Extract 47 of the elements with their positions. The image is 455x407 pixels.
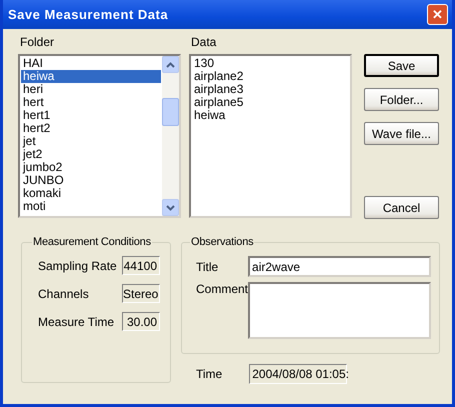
scroll-up-icon (166, 62, 175, 68)
folder-item[interactable]: jet2 (21, 148, 161, 161)
folder-item[interactable]: hert (21, 96, 161, 109)
field-label: Comment (196, 282, 248, 296)
data-list[interactable]: 130 airplane2 airplane3 airplane5 heiwa (189, 54, 352, 218)
comment-field[interactable] (248, 282, 432, 339)
folder-item[interactable]: hert1 (21, 109, 161, 122)
folder-item[interactable]: jumbo2 (21, 161, 161, 174)
scroll-down-button[interactable] (162, 199, 179, 216)
field-label: Measure Time (38, 314, 114, 328)
readonly-field: 30.00 (122, 312, 160, 331)
scroll-up-button[interactable] (162, 56, 179, 73)
scroll-down-icon (166, 204, 175, 210)
group-title: Measurement Conditions (32, 236, 152, 248)
data-item[interactable]: 130 (192, 57, 349, 70)
dialog-button[interactable]: Folder... (364, 88, 439, 111)
window-title: Save Measurement Data (8, 7, 168, 22)
scrollbar[interactable] (162, 56, 179, 216)
data-item[interactable]: airplane5 (192, 96, 349, 109)
title-field[interactable]: air2wave (248, 256, 432, 277)
data-item[interactable]: heiwa (192, 109, 349, 122)
readonly-field: Stereo (122, 284, 160, 303)
folder-list[interactable]: HAI heiwa heri hert hert1 hert2 jet jet2 jumbo2 JUNBO komaki moti (18, 54, 181, 218)
scroll-thumb[interactable] (162, 98, 179, 126)
readonly-field: 2004/08/08 01:05: (249, 364, 348, 384)
dialog-button[interactable]: Save (364, 54, 439, 77)
field-label: Title (196, 260, 218, 274)
group-title: Observations (190, 236, 254, 248)
folder-item[interactable]: HAI (21, 57, 161, 70)
folder-item[interactable]: hert2 (21, 122, 161, 135)
data-item[interactable]: airplane3 (192, 83, 349, 96)
dialog-button[interactable]: Wave file... (364, 122, 439, 145)
folder-item[interactable]: heri (21, 83, 161, 96)
data-item[interactable]: airplane2 (192, 70, 349, 83)
dialog-button[interactable]: Cancel (364, 196, 439, 219)
field-label: Sampling Rate (38, 258, 117, 272)
folder-item[interactable]: komaki (21, 187, 161, 200)
folder-item[interactable]: jet (21, 135, 161, 148)
readonly-field: 44100 (122, 256, 160, 275)
folder-item[interactable]: moti (21, 200, 161, 213)
folder-item[interactable]: heiwa (21, 70, 161, 83)
field-label: Time (196, 367, 222, 381)
folder-label: Folder (19, 35, 56, 49)
folder-item[interactable]: JUNBO (21, 174, 161, 187)
data-label: Data (190, 35, 218, 49)
field-label: Channels (38, 286, 89, 300)
close-button[interactable]: ✕ (427, 4, 448, 25)
